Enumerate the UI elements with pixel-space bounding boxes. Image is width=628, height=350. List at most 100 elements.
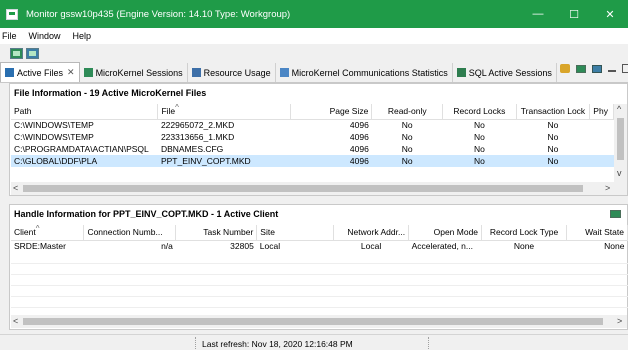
column-header-network-address[interactable]: Network Addr... [333,225,410,241]
table-row[interactable]: C:\PROGRAMDATA\ACTIAN\PSQL DBNAMES.CFG 4… [11,143,614,155]
cell-record-locks: No [442,155,517,167]
active-files-icon [5,68,14,77]
column-header-path[interactable]: Path [11,104,159,120]
column-header-file[interactable]: File [157,104,292,120]
scroll-thumb[interactable] [23,185,583,192]
monitor-icon[interactable] [26,47,39,59]
menu-bar: File Window Help [0,28,628,44]
settings-icon[interactable] [560,64,570,73]
tab-microkernel-communications-statistics[interactable]: MicroKernel Communications Statistics [276,63,453,82]
file-table-header: Path File Page Size Read-only Record Loc… [11,104,614,120]
cell-transaction-lock: No [516,155,590,167]
minimize-button[interactable]: — [520,0,556,28]
app-monitor-icon [6,8,18,20]
table-row[interactable]: SRDE:Master n/a 32805 Local Local Accele… [11,240,628,252]
file-information-panel: File Information - 19 Active MicroKernel… [9,83,628,196]
close-button[interactable]: ✕ [592,0,628,28]
scroll-up-icon[interactable]: ^ [617,104,621,114]
cell-record-locks: No [473,132,485,142]
empty-row [11,296,628,308]
column-header-connection-number[interactable]: Connection Numb... [83,225,177,241]
minimize-view-icon[interactable] [608,69,616,72]
handle-table-horizontal-scrollbar[interactable]: < > [11,315,627,328]
tab-label: Resource Usage [203,67,271,78]
handle-information-panel: Handle Information for PPT_EINV_COPT.MKD… [9,204,628,330]
scroll-thumb[interactable] [617,118,624,160]
communications-icon [279,68,289,77]
column-header-record-locks[interactable]: Record Locks [442,104,517,120]
cell-read-only: No [371,155,443,167]
tab-label: MicroKernel Sessions [95,67,183,78]
cell-connection-number: n/a [161,241,173,252]
file-table-vertical-scrollbar[interactable]: ^ v [614,104,627,182]
cell-read-only: No [401,120,413,131]
empty-row [11,274,628,286]
scroll-down-icon[interactable]: v [617,168,622,178]
handle-table-area: Client Connection Numb... Task Number Si… [11,225,628,313]
scroll-left-icon[interactable]: < [13,183,18,193]
tab-close-icon[interactable]: ✕ [67,67,75,78]
cell-phy [589,155,614,167]
maximize-button[interactable]: ☐ [556,0,592,28]
cell-phy [590,119,614,131]
column-header-record-lock-type[interactable]: Record Lock Type [481,225,567,241]
column-header-transaction-lock[interactable]: Transaction Lock [516,104,591,120]
cell-file: PPT_EINV_COPT.MKD [157,155,291,167]
column-header-site[interactable]: Site [256,225,335,241]
column-header-read-only[interactable]: Read-only [371,104,444,120]
column-header-wait-state[interactable]: Wait State [566,225,628,241]
toolbar [0,44,628,62]
table-row[interactable]: C:\WINDOWS\TEMP 222965072_2.MKD 4096 No … [11,119,614,131]
column-header-page-size[interactable]: Page Size [290,104,373,120]
cell-path: C:\WINDOWS\TEMP [14,120,94,131]
view-icon[interactable] [576,64,586,73]
file-table-area: Path File Page Size Read-only Record Loc… [11,104,614,182]
cell-open-mode: Accelerated, n... [411,241,473,252]
tab-bar: Active Files ✕ MicroKernel Sessions Reso… [0,62,628,83]
tab-resource-usage[interactable]: Resource Usage [188,63,276,82]
cell-file: DBNAMES.CFG [160,144,224,154]
status-separator [428,337,429,349]
column-header-client[interactable]: Client [11,225,85,241]
menu-window[interactable]: Window [29,31,61,41]
tab-sql-active-sessions[interactable]: SQL Active Sessions [453,63,557,82]
panel-view-icon[interactable] [610,210,621,218]
cell-read-only: No [401,132,413,142]
scroll-right-icon[interactable]: > [605,183,610,193]
cell-page-size: 4096 [349,120,369,131]
column-header-phy[interactable]: Phy [589,104,614,120]
handle-table: Client Connection Numb... Task Number Si… [11,225,628,308]
status-bar: Last refresh: Nov 18, 2020 12:16:48 PM [0,334,628,350]
cell-page-size: 4096 [349,144,369,154]
cell-page-size: 4096 [290,155,372,167]
display-icon[interactable] [592,64,602,73]
cell-task-number: 32805 [230,241,254,252]
title-bar: Monitor gssw10p435 (Engine Version: 14.1… [0,0,628,28]
table-row[interactable]: C:\WINDOWS\TEMP 223313656_1.MKD 4096 No … [11,131,614,143]
scroll-thumb[interactable] [23,318,603,325]
refresh-icon[interactable] [10,47,23,59]
cell-network-address: Local [360,241,382,252]
column-header-open-mode[interactable]: Open Mode [408,225,483,241]
cell-client: SRDE:Master [14,241,66,252]
menu-file[interactable]: File [2,31,17,41]
column-header-task-number[interactable]: Task Number [175,225,258,241]
scroll-left-icon[interactable]: < [13,316,18,326]
tab-microkernel-sessions[interactable]: MicroKernel Sessions [80,63,188,82]
maximize-view-icon[interactable] [622,64,628,73]
cell-path: C:\PROGRAMDATA\ACTIAN\PSQL [14,144,149,154]
tab-toolbar-icons [554,64,628,73]
tab-active-files[interactable]: Active Files ✕ [0,62,80,82]
cell-record-locks: No [473,120,485,131]
cell-transaction-lock: No [547,144,559,154]
handle-table-header: Client Connection Numb... Task Number Si… [11,225,628,241]
empty-row [11,285,628,297]
window-title: Monitor gssw10p435 (Engine Version: 14.1… [26,8,291,20]
sql-sessions-icon [456,68,466,77]
cell-page-size: 4096 [349,132,369,142]
menu-help[interactable]: Help [73,31,92,41]
table-row-selected[interactable]: C:\GLOBAL\DDF\PLA PPT_EINV_COPT.MKD 4096… [11,155,614,167]
tab-label: Active Files [17,67,64,78]
file-table-horizontal-scrollbar[interactable]: < > [11,182,627,195]
scroll-right-icon[interactable]: > [617,316,622,326]
